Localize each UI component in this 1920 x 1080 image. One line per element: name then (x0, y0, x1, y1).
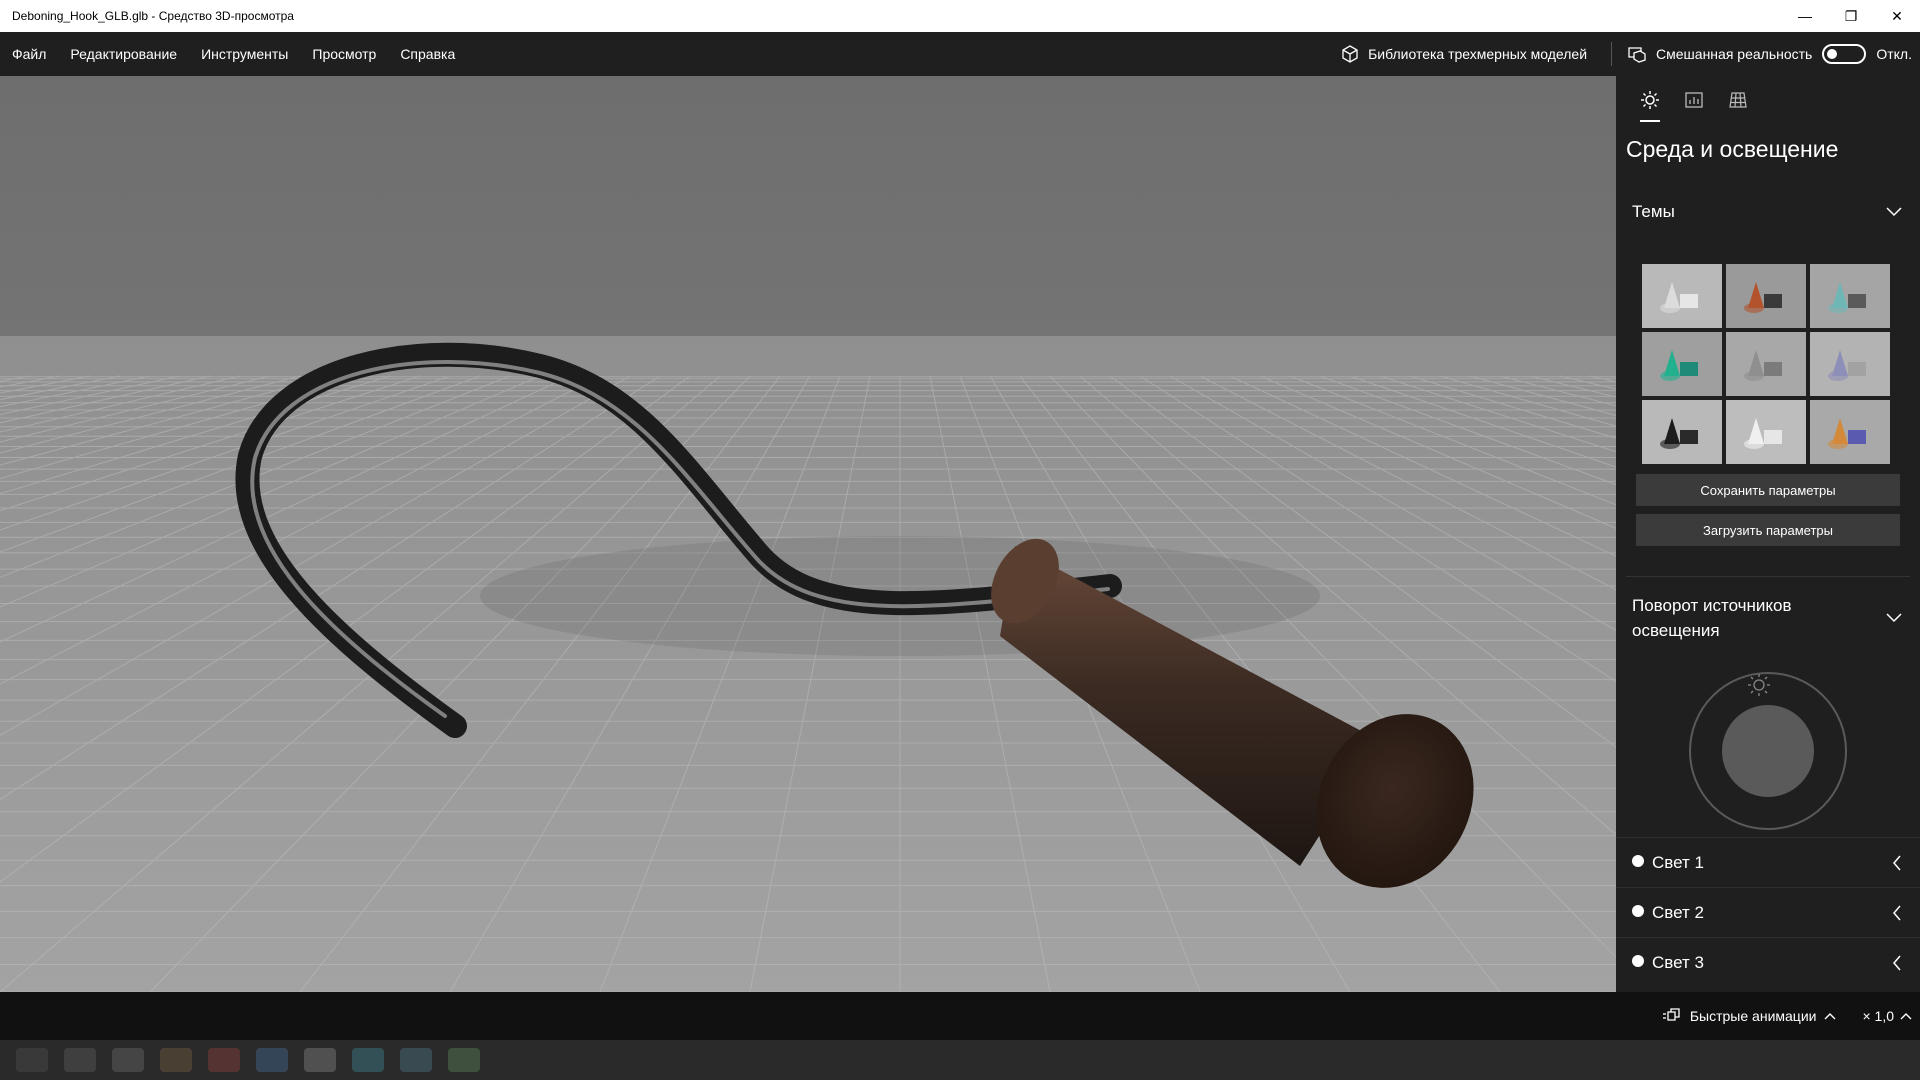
light-3-indicator[interactable] (1632, 954, 1644, 967)
light-rotation-label: Поворот источников освещения (1632, 596, 1792, 640)
3d-library-label: Библиотека трехмерных моделей (1368, 46, 1588, 62)
theme-thumbnail-4[interactable] (1642, 332, 1722, 396)
mixed-reality-icon (1628, 47, 1646, 63)
light-3-label: Свет 3 (1652, 952, 1704, 972)
menu-edit[interactable]: Редактирование (58, 32, 189, 76)
quick-animations-label: Быстрые анимации (1689, 1008, 1817, 1024)
taskbar-icon[interactable] (112, 1048, 144, 1072)
theme-thumbnail-9[interactable] (1810, 400, 1890, 464)
taskbar-icon[interactable] (160, 1048, 192, 1072)
menu-separator (1611, 42, 1613, 66)
speed-selector[interactable]: × 1,0 (1862, 1008, 1912, 1024)
mixed-reality-label: Смешанная реальность (1626, 44, 1812, 64)
save-settings-button[interactable]: Сохранить параметры (1636, 474, 1900, 506)
window-title: Deboning_Hook_GLB.glb - Средство 3D-прос… (12, 9, 294, 23)
minimize-button[interactable]: — (1782, 0, 1828, 32)
taskbar-icon[interactable] (16, 1048, 48, 1072)
chevron-left-icon (1893, 855, 1901, 870)
chevron-up-icon (1824, 1013, 1836, 1020)
mixed-reality-text: Смешанная реальность (1656, 46, 1813, 62)
light-1-indicator[interactable] (1632, 854, 1644, 867)
light-2-row[interactable]: Свет 2 (1616, 887, 1920, 937)
taskbar-icon[interactable] (208, 1048, 240, 1072)
light-rotation-dial[interactable] (1616, 647, 1920, 837)
speed-label: × 1,0 (1862, 1008, 1894, 1024)
sun-icon (1641, 91, 1659, 109)
themes-section-header[interactable]: Темы (1616, 190, 1920, 234)
light-2-indicator[interactable] (1632, 904, 1644, 917)
stats-icon (1685, 92, 1703, 108)
light-1-label: Свет 1 (1652, 852, 1704, 872)
maximize-button[interactable]: ❐ (1828, 0, 1874, 32)
mixed-reality-state: Откл. (1876, 46, 1912, 62)
chevron-left-icon (1893, 905, 1901, 920)
3d-viewport[interactable] (0, 76, 1616, 992)
menu-view[interactable]: Просмотр (300, 32, 388, 76)
scene[interactable] (0, 76, 1616, 992)
tab-environment[interactable] (1628, 76, 1672, 124)
taskbar-icon[interactable] (448, 1048, 480, 1072)
cube-icon (1342, 45, 1358, 63)
taskbar-icon[interactable] (400, 1048, 432, 1072)
theme-thumbnail-3[interactable] (1810, 264, 1890, 328)
tab-grid[interactable] (1716, 76, 1760, 124)
menu-bar: Файл Редактирование Инструменты Просмотр… (0, 32, 1920, 76)
window-controls: — ❐ ✕ (1782, 0, 1920, 32)
chevron-down-icon (1886, 207, 1902, 217)
light-1-row[interactable]: Свет 1 (1616, 837, 1920, 887)
mixed-reality-toggle[interactable] (1822, 44, 1867, 64)
dial-sun-icon[interactable] (1748, 674, 1770, 696)
light-rotation-header[interactable]: Поворот источников освещения (1616, 577, 1920, 647)
taskbar-icon[interactable] (352, 1048, 384, 1072)
taskbar (0, 1040, 1920, 1080)
theme-thumbnail-6[interactable] (1810, 332, 1890, 396)
taskbar-icon[interactable] (256, 1048, 288, 1072)
3d-library-button[interactable]: Библиотека трехмерных моделей (1340, 32, 1603, 76)
menu-file[interactable]: Файл (0, 32, 58, 76)
panel-tabs (1616, 76, 1920, 124)
light-3-row[interactable]: Свет 3 (1616, 937, 1920, 987)
grid-icon (1729, 92, 1747, 108)
chevron-left-icon (1893, 955, 1901, 970)
quick-animations-button[interactable]: Быстрые анимации (1662, 1008, 1863, 1024)
theme-thumbnail-2[interactable] (1726, 264, 1806, 328)
themes-grid (1616, 234, 1920, 464)
menu-tools[interactable]: Инструменты (189, 32, 300, 76)
theme-thumbnail-1[interactable] (1642, 264, 1722, 328)
chevron-up-icon (1900, 1013, 1912, 1020)
taskbar-icon[interactable] (64, 1048, 96, 1072)
tab-stats[interactable] (1672, 76, 1716, 124)
floor-grid-plane (0, 336, 1616, 992)
bottom-bar: Быстрые анимации × 1,0 (0, 992, 1920, 1040)
title-bar: Deboning_Hook_GLB.glb - Средство 3D-прос… (0, 0, 1920, 32)
load-settings-button[interactable]: Загрузить параметры (1636, 514, 1900, 546)
environment-panel: Среда и освещение Темы Сохранить парамет… (1616, 76, 1920, 992)
light-2-label: Свет 2 (1652, 902, 1704, 922)
theme-thumbnail-8[interactable] (1726, 400, 1806, 464)
menu-right: Библиотека трехмерных моделей Смешанная … (1340, 32, 1920, 76)
menu-help[interactable]: Справка (388, 32, 467, 76)
dial-knob[interactable] (1722, 705, 1814, 797)
chevron-down-icon (1886, 613, 1902, 623)
animation-icon (1662, 1008, 1680, 1021)
theme-thumbnail-7[interactable] (1642, 400, 1722, 464)
themes-label: Темы (1632, 202, 1675, 221)
panel-title: Среда и освещение (1626, 136, 1839, 162)
taskbar-icon[interactable] (304, 1048, 336, 1072)
theme-thumbnail-5[interactable] (1726, 332, 1806, 396)
close-button[interactable]: ✕ (1874, 0, 1920, 32)
